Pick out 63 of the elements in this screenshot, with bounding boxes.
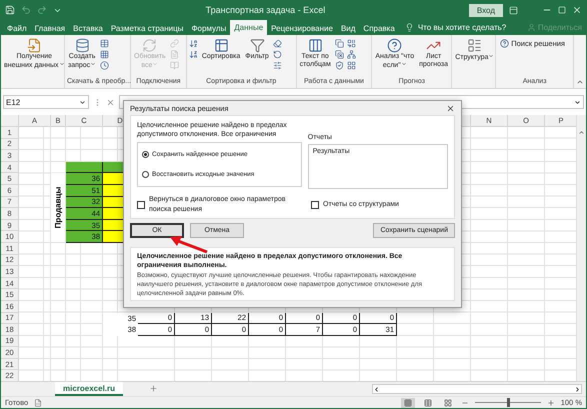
checkbox[interactable] (311, 200, 319, 209)
vertical-scrollbar[interactable] (576, 115, 586, 381)
caret-icon (79, 98, 86, 106)
scroll-right-icon[interactable] (574, 386, 581, 392)
table-icon[interactable] (100, 39, 110, 48)
collapse-ribbon-icon[interactable] (576, 78, 584, 86)
ribbon-tab[interactable]: Файл (3, 22, 31, 35)
columns-icon (308, 38, 323, 53)
cancel-icon[interactable] (106, 98, 115, 106)
data-model-icon[interactable] (346, 61, 356, 70)
outline-icon (467, 38, 482, 53)
ribbon-tab[interactable]: Данные (230, 20, 268, 35)
consolidate-icon[interactable] (346, 39, 356, 48)
ribbon-tab[interactable]: Главная (30, 22, 70, 35)
zoom-thumb[interactable] (506, 398, 510, 407)
scroll-up-icon[interactable] (578, 129, 585, 136)
ribbon-tab[interactable]: Разметка страницы (106, 22, 188, 35)
clock-icon[interactable] (100, 61, 110, 70)
macro-record-icon[interactable] (34, 398, 42, 406)
refresh-icon (142, 38, 158, 53)
tell-me-field[interactable]: Что вы хотите сделать? (418, 23, 506, 32)
radio-button[interactable] (142, 151, 149, 158)
file-import-icon (26, 38, 42, 53)
ribbon-tab[interactable]: Вид (336, 22, 360, 35)
radio-button[interactable] (142, 170, 149, 178)
close-icon[interactable] (446, 104, 455, 112)
maximize-icon[interactable] (558, 6, 566, 14)
lightbulb-icon[interactable] (404, 22, 414, 32)
reapply-icon[interactable] (272, 50, 282, 59)
what-if-icon (387, 38, 402, 53)
zoom-in-icon[interactable] (546, 398, 555, 406)
ribbon-tab[interactable]: Справка (359, 22, 399, 35)
solver-icon (500, 39, 510, 48)
sign-in-button[interactable]: Вход (468, 4, 503, 16)
sort-ascending-icon[interactable] (188, 39, 198, 48)
vertical-label: Продавцы (54, 186, 62, 228)
filter-icon (250, 38, 265, 53)
caret-icon (574, 98, 581, 106)
validation-icon[interactable] (334, 61, 344, 70)
grid-icon[interactable] (100, 50, 110, 59)
sort-descending-icon[interactable] (188, 50, 198, 59)
close-icon[interactable] (572, 5, 582, 15)
flash-fill-icon[interactable] (334, 39, 344, 48)
view-button[interactable] (400, 398, 415, 408)
window-title: Транспортная задача - Excel (204, 5, 326, 15)
clear-filter-icon[interactable] (272, 39, 282, 48)
highlighted-cell (66, 162, 103, 174)
horizontal-scrollbar[interactable] (372, 384, 582, 394)
ribbon-tab[interactable]: Вставка (69, 22, 107, 35)
relations-icon[interactable] (346, 50, 356, 59)
scroll-left-icon[interactable] (373, 386, 380, 392)
sheet-tab[interactable]: microexcel.ru (55, 382, 124, 396)
sort-table-icon (214, 38, 229, 53)
remove-duplicates-icon[interactable] (334, 50, 344, 59)
ribbon-display-icon[interactable] (509, 6, 518, 14)
ribbon-tab[interactable]: Рецензирование (267, 22, 337, 35)
pointer-arrow (169, 234, 209, 254)
save-icon[interactable] (5, 5, 15, 15)
ribbon-tab[interactable]: Формулы (187, 22, 230, 35)
advanced-filter-icon[interactable] (272, 61, 282, 70)
database-icon (74, 38, 90, 53)
name-box[interactable]: E12 (3, 95, 89, 109)
checkbox[interactable] (137, 200, 145, 209)
